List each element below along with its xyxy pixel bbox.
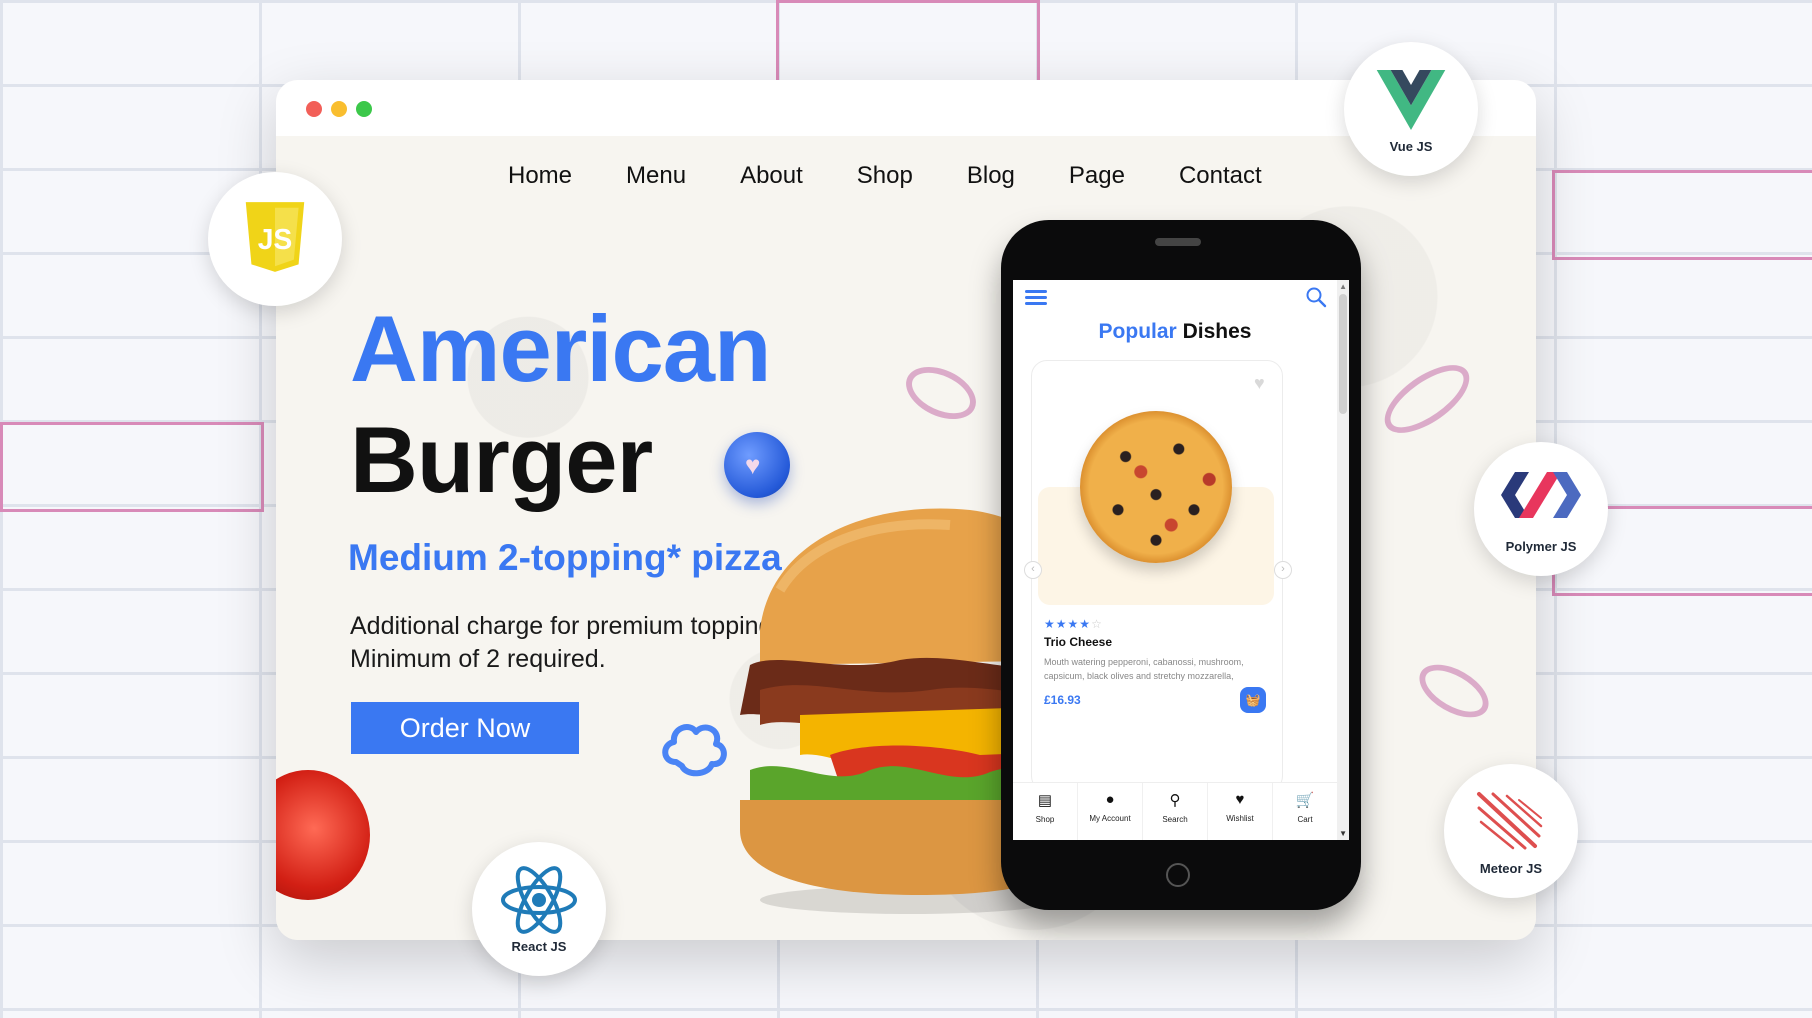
- svg-text:JS: JS: [258, 223, 293, 255]
- dish-rating: ★★★★☆: [1044, 617, 1103, 631]
- pizza-image: [1080, 411, 1232, 563]
- tab-label: Wishlist: [1226, 814, 1254, 823]
- phone-home-button: [1166, 863, 1190, 887]
- tab-wishlist[interactable]: ♥ Wishlist: [1208, 783, 1273, 840]
- cart-icon: 🛒: [1295, 792, 1315, 809]
- phone-tab-bar: ▤ Shop ● My Account ⚲ Search ♥ Wishlist 🛒 Car…: [1013, 782, 1337, 840]
- polymer-label: Polymer JS: [1505, 539, 1577, 554]
- section-title-accent: Popular: [1098, 320, 1177, 343]
- main-nav: Home Menu About Shop Blog Page Contact: [508, 162, 1316, 202]
- phone-screen: ▲ ▼ Popular Dishes ♥ ‹ › ★★★★☆ Trio Chee…: [1013, 280, 1349, 840]
- vue-label: Vue JS: [1389, 139, 1433, 154]
- nav-contact[interactable]: Contact: [1179, 162, 1262, 202]
- polymer-logo-icon: [1501, 472, 1581, 518]
- star-icon: ★: [1055, 617, 1068, 631]
- react-badge: React JS: [472, 842, 606, 976]
- minimize-window-button[interactable]: [331, 101, 347, 117]
- star-icon: ★: [1079, 617, 1092, 631]
- tab-label: Cart: [1297, 815, 1313, 824]
- tab-cart[interactable]: 🛒 Cart: [1273, 783, 1337, 840]
- dish-price: £16.93: [1044, 693, 1081, 707]
- tab-shop[interactable]: ▤ Shop: [1013, 783, 1078, 840]
- scrollbar-thumb[interactable]: [1339, 294, 1347, 414]
- vue-badge: Vue JS: [1344, 42, 1478, 176]
- decor-pink-box: [1552, 170, 1812, 260]
- heart-orb-icon: ♥: [724, 432, 790, 498]
- browser-window: Home Menu About Shop Blog Page Contact A…: [276, 80, 1536, 940]
- dish-name: Trio Cheese: [1044, 635, 1113, 649]
- nav-menu[interactable]: Menu: [626, 162, 686, 202]
- decor-pink-box: [776, 0, 1040, 88]
- nav-shop[interactable]: Shop: [857, 162, 913, 202]
- carousel-next-icon[interactable]: ›: [1274, 561, 1292, 579]
- tab-label: Shop: [1035, 815, 1055, 824]
- decor-pink-box: [0, 422, 264, 512]
- polymer-badge: Polymer JS: [1474, 442, 1608, 576]
- hero-subtitle: Medium 2-topping* pizza: [348, 537, 782, 578]
- phone-speaker: [1155, 238, 1201, 246]
- dish-description: Mouth watering pepperoni, cabanossi, mus…: [1044, 657, 1244, 681]
- hero-title-line1: American: [350, 296, 771, 401]
- vue-logo-icon: [1376, 70, 1446, 130]
- nav-page[interactable]: Page: [1069, 162, 1125, 202]
- javascript-logo-icon: JS: [245, 202, 305, 272]
- scroll-down-icon[interactable]: ▼: [1339, 829, 1347, 838]
- add-to-cart-button[interactable]: 🧺: [1240, 687, 1266, 713]
- hamburger-menu-icon[interactable]: [1025, 290, 1047, 306]
- meteor-label: Meteor JS: [1479, 861, 1543, 876]
- meteor-badge: Meteor JS: [1444, 764, 1578, 898]
- nav-home[interactable]: Home: [508, 162, 572, 202]
- dish-card[interactable]: ♥ ‹ › ★★★★☆ Trio Cheese Mouth watering p…: [1024, 360, 1292, 792]
- tab-label: Search: [1162, 815, 1188, 824]
- phone-mockup: ▲ ▼ Popular Dishes ♥ ‹ › ★★★★☆ Trio Chee…: [1001, 220, 1361, 910]
- nav-about[interactable]: About: [740, 162, 803, 202]
- section-title-rest: Dishes: [1182, 320, 1252, 343]
- tab-label: My Account: [1089, 814, 1131, 823]
- wishlist-heart-icon[interactable]: ♥: [1254, 373, 1265, 394]
- cloud-icon: [662, 724, 727, 777]
- javascript-badge: JS: [208, 172, 342, 306]
- maximize-window-button[interactable]: [356, 101, 372, 117]
- nav-blog[interactable]: Blog: [967, 162, 1015, 202]
- tab-search[interactable]: ⚲ Search: [1143, 783, 1208, 840]
- star-icon: ★: [1067, 617, 1080, 631]
- carousel-prev-icon[interactable]: ‹: [1024, 561, 1042, 579]
- heart-icon: ♥: [1235, 791, 1245, 808]
- react-label: React JS: [511, 939, 567, 954]
- search-icon[interactable]: [1305, 286, 1327, 308]
- tab-my-account[interactable]: ● My Account: [1078, 783, 1143, 840]
- react-logo-icon: [501, 866, 577, 934]
- section-title: Popular Dishes: [1013, 320, 1337, 344]
- star-empty-icon: ☆: [1091, 617, 1103, 631]
- star-icon: ★: [1044, 617, 1056, 631]
- store-icon: ▤: [1037, 792, 1053, 809]
- phone-scrollbar[interactable]: ▲ ▼: [1337, 280, 1349, 840]
- close-window-button[interactable]: [306, 101, 322, 117]
- order-now-button[interactable]: Order Now: [351, 702, 579, 754]
- search-icon: ⚲: [1169, 792, 1181, 809]
- user-icon: ●: [1105, 791, 1115, 808]
- meteor-logo-icon: [1477, 792, 1543, 850]
- hero-title-line2: Burger: [350, 407, 653, 512]
- scroll-up-icon[interactable]: ▲: [1339, 282, 1347, 291]
